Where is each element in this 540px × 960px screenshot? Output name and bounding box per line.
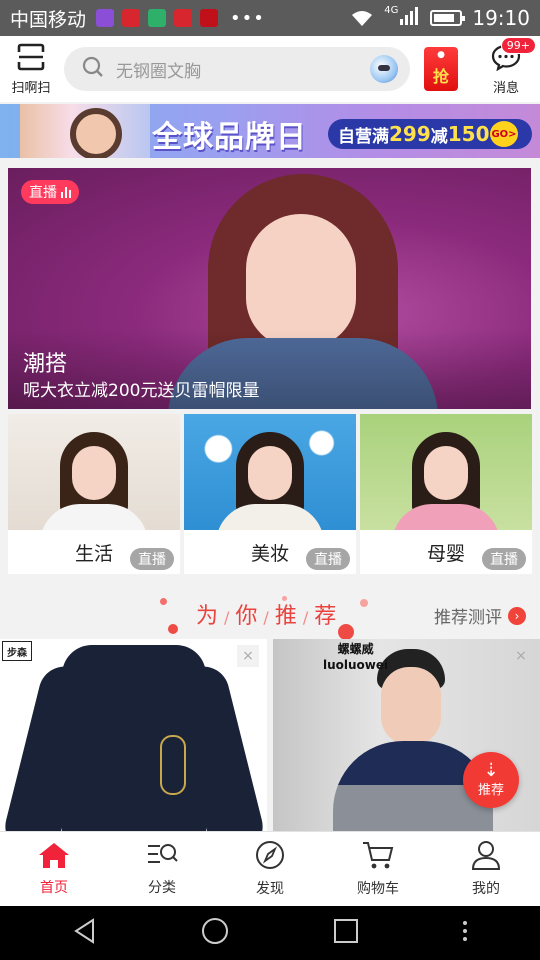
bottom-tab-bar: 首页 分类 发现 购物车 我的 (0, 831, 540, 906)
floating-recommend-label: 推荐 (477, 782, 504, 798)
recommend-products: 步森 × 螺螺威 luoluowei × (0, 639, 540, 831)
play-notification-icon (148, 9, 167, 27)
more-vertical-icon[interactable] (461, 919, 469, 947)
category-search-icon (146, 841, 178, 873)
banner-title: 全球品牌日 (152, 120, 307, 155)
tab-category[interactable]: 分类 (108, 832, 216, 906)
app-notification-icon (174, 9, 193, 27)
category-label: 美妆 (250, 542, 289, 565)
wifi-icon (350, 9, 374, 27)
carrier-name: 中国移动 (10, 8, 87, 31)
offer-mid: 减 (430, 126, 448, 147)
top-app-bar: 扫啊扫 无钢圈文胸 ● 抢 消息 99+ (0, 36, 540, 102)
close-icon[interactable]: × (237, 645, 259, 667)
brand-day-banner[interactable]: 全球品牌日 自营满 299 减 150 GO> (0, 104, 540, 158)
user-icon (471, 840, 501, 874)
app-notification-icon (200, 9, 219, 27)
category-thumbnail (8, 414, 180, 530)
coin-icon: ● (437, 50, 445, 60)
live-tag: 直播 (21, 180, 79, 204)
category-thumbnail (184, 414, 356, 530)
hero-title: 潮搭 (23, 352, 68, 377)
search-icon (82, 56, 104, 82)
back-icon[interactable] (71, 917, 99, 949)
product-image (333, 649, 493, 831)
more-notifications-icon: ••• (230, 7, 265, 29)
recommend-header: 为 / 你 / 推 / 荐 推荐测评 › (0, 586, 540, 640)
tab-label: 购物车 (357, 881, 399, 897)
live-bars-icon (61, 186, 71, 198)
system-navigation-bar (0, 906, 540, 960)
status-bar: 中国移动 ••• 4G 19:10 (0, 0, 540, 36)
scan-icon (16, 43, 46, 75)
hero-subtitle: 呢大衣立减200元送贝雷帽限量 (23, 381, 260, 401)
messages-button[interactable]: 消息 99+ (480, 36, 536, 96)
signal-icon (400, 6, 420, 30)
category-label: 生活 (74, 542, 113, 565)
recommend-title: 为 / 你 / 推 / 荐 (196, 604, 339, 629)
app-notification-icon (122, 9, 141, 27)
tab-label: 首页 (40, 880, 68, 896)
tab-label: 我的 (472, 881, 500, 897)
battery-icon (430, 10, 466, 26)
scan-label: 扫啊扫 (11, 80, 51, 96)
gallery-notification-icon (96, 9, 115, 27)
offer-amount: 299 (389, 122, 431, 146)
recents-icon[interactable] (332, 917, 360, 949)
banner-go-button[interactable]: GO> (490, 121, 518, 147)
messages-badge: 99+ (500, 36, 536, 54)
tab-discover[interactable]: 发现 (216, 832, 324, 906)
tab-profile[interactable]: 我的 (432, 832, 540, 906)
messages-label: 消息 (492, 80, 519, 96)
product-card[interactable]: 步森 × (0, 639, 267, 831)
grab-label: 抢 (432, 67, 449, 86)
scan-button[interactable]: 扫啊扫 (0, 43, 62, 96)
chevron-right-icon: › (508, 606, 526, 625)
category-card-beauty[interactable]: 直播 美妆 (184, 414, 356, 574)
grab-coupon-button[interactable]: ● 抢 (424, 47, 458, 91)
tab-label: 分类 (148, 880, 176, 896)
category-thumbnail (360, 414, 532, 530)
voice-assistant-icon[interactable] (370, 55, 398, 83)
recommend-evaluation-link[interactable]: 推荐测评 › (434, 603, 526, 628)
floating-recommend-button[interactable]: ⇣ 推荐 (463, 752, 519, 808)
tab-cart[interactable]: 购物车 (324, 832, 432, 906)
category-label: 母婴 (426, 542, 465, 565)
product-image (0, 645, 267, 831)
cart-icon (361, 840, 395, 874)
home-icon (37, 841, 71, 873)
live-tag-label: 直播 (29, 185, 57, 201)
category-card-life[interactable]: 直播 生活 (8, 414, 180, 574)
search-bar[interactable]: 无钢圈文胸 (64, 47, 410, 91)
category-card-baby[interactable]: 直播 母婴 (360, 414, 532, 574)
offer-discount: 150 (447, 122, 490, 146)
product-brand: 螺螺威 luoluowei (323, 642, 389, 672)
banner-model-image (20, 104, 150, 158)
compass-icon (255, 840, 285, 874)
tab-label: 发现 (256, 881, 284, 897)
live-category-row: 直播 生活 直播 美妆 直播 母婴 (8, 414, 532, 574)
arrow-down-icon: ⇣ (483, 759, 499, 781)
close-icon[interactable]: × (510, 645, 532, 667)
recommend-evaluation-label: 推荐测评 (434, 608, 502, 628)
home-circle-icon[interactable] (200, 916, 230, 950)
network-type: 4G (384, 4, 399, 16)
tab-home[interactable]: 首页 (0, 832, 108, 906)
offer-prefix: 自营满 (338, 126, 389, 147)
clock: 19:10 (472, 6, 530, 30)
search-placeholder: 无钢圈文胸 (116, 61, 201, 82)
live-hero-card[interactable]: 直播 潮搭 呢大衣立减200元送贝雷帽限量 (8, 168, 531, 409)
